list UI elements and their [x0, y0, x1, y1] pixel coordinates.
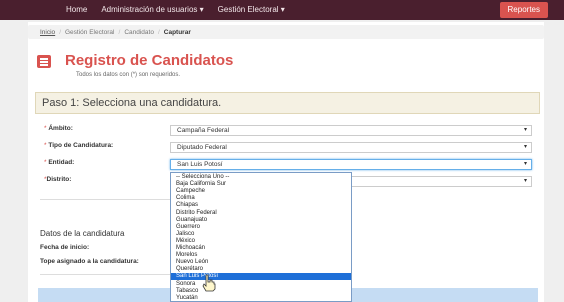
dropdown-option[interactable]: Guerrero [171, 224, 351, 231]
tope-label: Tope asignado a la candidatura: [40, 258, 139, 265]
breadcrumb-candidato[interactable]: Candidato [124, 29, 154, 36]
dropdown-option[interactable]: San Luis Potosí [171, 273, 351, 281]
dropdown-option[interactable]: Distrito Federal [171, 210, 351, 217]
dropdown-option[interactable]: Querétaro [171, 266, 351, 273]
breadcrumb-inicio[interactable]: Inicio [40, 29, 55, 36]
tipo-label: * Tipo de Candidatura: [44, 142, 114, 149]
dropdown-option[interactable]: México [171, 238, 351, 245]
dropdown-option[interactable]: Michoacán [171, 245, 351, 252]
tipo-select[interactable]: Diputado Federal [170, 142, 532, 153]
divider [40, 274, 186, 275]
breadcrumb-separator: / [157, 28, 160, 36]
entidad-select[interactable]: San Luis Potosí [170, 159, 532, 170]
step-title: Paso 1: Selecciona una candidatura. [42, 97, 222, 109]
reportes-button[interactable]: Reportes [499, 2, 548, 18]
nav-home[interactable]: Home [66, 4, 87, 15]
breadcrumb-capturar: Capturar [163, 28, 191, 36]
dropdown-option[interactable]: Baja California Sur [171, 181, 351, 188]
dropdown-option[interactable]: Chiapas [171, 202, 351, 209]
dropdown-option[interactable]: Sonora [171, 281, 351, 288]
breadcrumb-separator: / [59, 28, 61, 36]
dropdown-option[interactable]: Colima [171, 195, 351, 202]
dropdown-option[interactable]: Morelos [171, 252, 351, 259]
nav-electoral[interactable]: Gestión Electoral ▾ [218, 4, 285, 15]
distrito-label: *Distrito: [44, 176, 72, 183]
dropdown-option[interactable]: Jalisco [171, 231, 351, 238]
breadcrumb-separator: / [118, 28, 121, 36]
hand-cursor-icon [202, 274, 216, 292]
entidad-label: * Entidad: [44, 159, 75, 166]
nav-usuarios[interactable]: Administración de usuarios ▾ [101, 4, 203, 15]
step-panel: Paso 1: Selecciona una candidatura. [35, 92, 540, 114]
list-icon [37, 55, 51, 68]
dropdown-option[interactable]: Yucatán [171, 295, 351, 302]
dropdown-option[interactable]: Guanajuato [171, 217, 351, 224]
ambito-label: * Ámbito: [44, 125, 73, 132]
required-note: Todos los datos con (*) son requeridos. [76, 72, 181, 78]
dropdown-option[interactable]: Nuevo León [171, 259, 351, 266]
dropdown-option[interactable]: Campeche [171, 188, 351, 195]
ambito-select[interactable]: Campaña Federal [170, 125, 532, 136]
top-navbar: Home Administración de usuarios ▾ Gestió… [0, 0, 564, 20]
dropdown-option[interactable]: Tabasco [171, 288, 351, 295]
breadcrumb: Inicio / Gestión Electoral / Candidato /… [28, 25, 544, 39]
main-nav: Home Administración de usuarios ▾ Gestió… [66, 4, 285, 15]
candidatura-title: Datos de la candidatura [40, 229, 125, 238]
fecha-inicio-label: Fecha de inicio: [40, 244, 90, 251]
dropdown-option[interactable]: -- Selecciona Uno -- [171, 174, 351, 181]
entidad-dropdown-list[interactable]: -- Selecciona Uno -- Baja California Sur C… [170, 172, 352, 302]
breadcrumb-gestion[interactable]: Gestión Electoral [65, 29, 115, 36]
divider [40, 199, 186, 200]
page-title: Registro de Candidatos [65, 52, 234, 69]
